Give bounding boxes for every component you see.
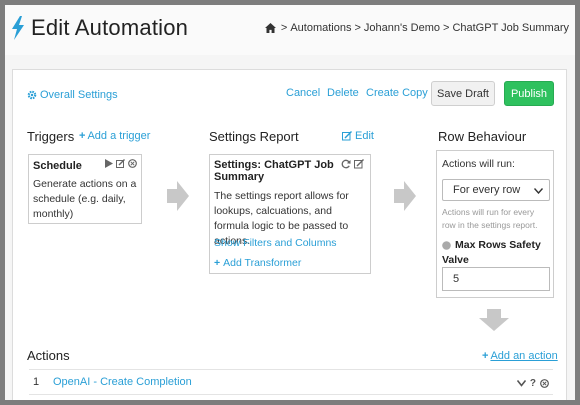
trigger-card-title: Schedule: [33, 160, 82, 172]
chevron-down-icon: [534, 188, 543, 194]
remove-icon[interactable]: [128, 159, 137, 168]
settings-report-title-line1: Settings: ChatGPT Job: [214, 159, 334, 171]
edit-icon: [342, 131, 352, 141]
settings-report-controls: [341, 159, 364, 169]
trigger-card-controls: [105, 159, 137, 168]
page-header: Edit Automation > Automations > Johann's…: [5, 5, 575, 55]
trigger-card[interactable]: Schedule Generate actions on a schedule …: [28, 154, 142, 224]
add-trigger-link[interactable]: + Add a trigger: [79, 130, 150, 142]
publish-button[interactable]: Publish: [504, 81, 554, 106]
row-mode-hint: Actions will run for every row in the se…: [442, 207, 538, 230]
help-icon[interactable]: [442, 241, 451, 250]
row-mode-select[interactable]: For every row: [442, 179, 550, 201]
breadcrumb-separator: >: [354, 22, 361, 34]
actions-heading: Actions: [27, 348, 70, 363]
settings-report-heading: Settings Report: [209, 129, 299, 144]
arrow-right-icon: [394, 181, 416, 211]
add-trigger-label: Add a trigger: [87, 130, 151, 142]
settings-report-card-title: Settings: ChatGPT Job Summary: [214, 159, 342, 183]
edit-settings-link[interactable]: Edit: [342, 130, 374, 142]
row-behaviour-card: Actions will run: For every row Actions …: [436, 150, 554, 298]
remove-icon[interactable]: [540, 379, 549, 388]
edit-icon[interactable]: [116, 159, 125, 168]
add-action-link[interactable]: + Add an action: [482, 350, 558, 362]
plus-icon: +: [214, 257, 221, 269]
trigger-card-text: Generate actions on a schedule (e.g. dai…: [33, 178, 137, 220]
max-rows-label-line1: Max Rows Safety: [455, 239, 541, 251]
row-behaviour-heading: Row Behaviour: [438, 129, 527, 144]
overall-settings-label: Overall Settings: [40, 89, 118, 101]
panel-toolbar: Overall Settings Cancel Delete Create Co…: [13, 70, 566, 117]
settings-report-card: Settings: ChatGPT Job Summary The settin…: [209, 154, 371, 274]
edit-label: Edit: [355, 130, 374, 142]
add-transformer-link[interactable]: + Add Transformer: [214, 257, 301, 269]
delete-link[interactable]: Delete: [327, 87, 359, 99]
arrow-right-icon: [167, 181, 189, 211]
max-rows-label: Max Rows Safety Valve: [442, 238, 541, 268]
refresh-icon[interactable]: [341, 159, 351, 169]
automation-panel: Overall Settings Cancel Delete Create Co…: [12, 69, 567, 400]
chevron-down-icon[interactable]: [516, 380, 526, 387]
play-icon[interactable]: [105, 159, 113, 168]
settings-report-title-line2: Summary: [214, 171, 265, 183]
title-group: Edit Automation: [11, 15, 188, 41]
save-draft-button[interactable]: Save Draft: [431, 81, 495, 106]
plus-icon: +: [482, 350, 489, 362]
action-index: 1: [33, 376, 40, 388]
app-frame: Edit Automation > Automations > Johann's…: [5, 5, 575, 400]
edit-icon[interactable]: [354, 159, 364, 169]
action-row-controls: ?: [516, 378, 549, 389]
breadcrumb-current: ChatGPT Job Summary: [452, 22, 569, 34]
arrow-down-icon: [479, 309, 509, 331]
cancel-link[interactable]: Cancel: [286, 87, 320, 99]
max-rows-label-line2: Valve: [442, 254, 469, 266]
breadcrumb-demo[interactable]: Johann's Demo: [364, 22, 440, 34]
overall-settings-link[interactable]: Overall Settings: [27, 89, 118, 101]
add-transformer-label: Add Transformer: [223, 257, 302, 269]
home-icon[interactable]: [264, 23, 276, 33]
row-mode-value: For every row: [453, 184, 521, 196]
show-filters-link[interactable]: Show Filters and Columns: [214, 237, 337, 249]
add-action-label: Add an action: [490, 350, 558, 362]
triggers-heading: Triggers: [27, 129, 75, 144]
breadcrumb-automations[interactable]: Automations: [290, 22, 351, 34]
page-title: Edit Automation: [31, 15, 189, 40]
create-copy-link[interactable]: Create Copy: [366, 87, 428, 99]
help-icon[interactable]: ?: [530, 378, 536, 389]
action-name-link[interactable]: OpenAI - Create Completion: [53, 376, 192, 388]
breadcrumb-separator: >: [280, 22, 288, 34]
breadcrumb-separator: >: [443, 22, 450, 34]
gear-icon: [27, 90, 37, 100]
plus-icon: +: [79, 130, 86, 142]
lightning-bolt-icon: [12, 16, 24, 40]
max-rows-input[interactable]: 5: [442, 267, 550, 291]
action-row[interactable]: 1 OpenAI - Create Completion ?: [29, 369, 553, 395]
actions-run-label: Actions will run:: [442, 158, 515, 170]
breadcrumb: > Automations > Johann's Demo > ChatGPT …: [264, 22, 569, 34]
